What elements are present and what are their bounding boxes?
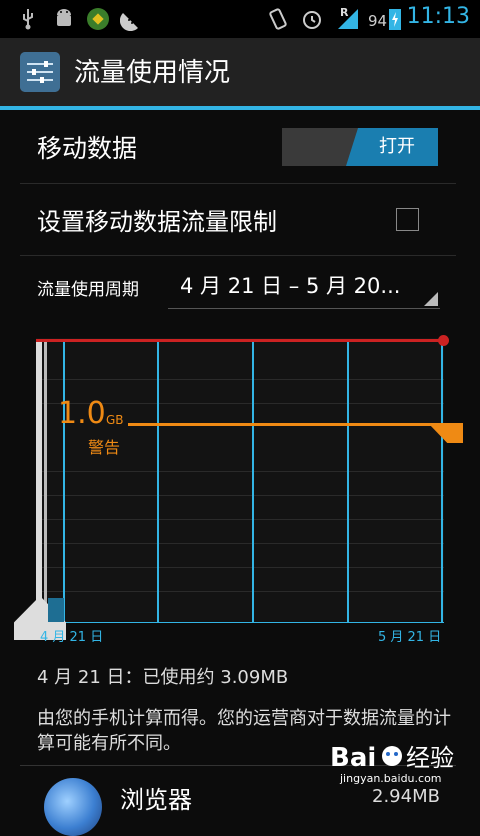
- chart-start-label: 4 月 21 日: [40, 630, 104, 645]
- warning-value: 1.0: [58, 396, 106, 431]
- divider: [20, 255, 456, 256]
- app-notify-icon: [87, 8, 109, 30]
- chart-gridline: [36, 519, 444, 520]
- status-bar: R 94 11:13: [0, 0, 480, 38]
- usage-cycle-label: 流量使用周期: [37, 280, 139, 300]
- chart-baseline: [36, 622, 444, 623]
- set-limit-label[interactable]: 设置移动数据流量限制: [37, 202, 277, 237]
- usage-cycle-value[interactable]: 4 月 21 日 – 5 月 20...: [180, 270, 400, 300]
- clock: 11:13: [406, 4, 470, 29]
- action-bar: 流量使用情况: [0, 38, 480, 106]
- app-usage-size: 2.94MB: [372, 786, 440, 807]
- chart-gridline: [36, 471, 444, 472]
- warning-line[interactable]: [128, 423, 444, 426]
- spinner-arrow-icon: [424, 292, 438, 306]
- chart-gridline: [36, 543, 444, 544]
- signal-icon: [338, 9, 358, 29]
- android-debug-icon: [57, 9, 71, 26]
- settings-sliders-icon[interactable]: [20, 52, 60, 92]
- svg-text:Bai: Bai: [330, 743, 376, 773]
- svg-text:经验: 经验: [406, 744, 454, 772]
- watermark-url: jingyan.baidu.com: [340, 772, 442, 785]
- battery-level: 94: [368, 12, 388, 30]
- alarm-icon: [303, 11, 321, 29]
- chart-week-line: [63, 342, 65, 622]
- chart-gridline: [36, 591, 444, 592]
- browser-icon[interactable]: [44, 778, 102, 836]
- sweep-handle-accent: [48, 598, 64, 622]
- limit-line[interactable]: [36, 339, 442, 342]
- cycle-end-sweep[interactable]: [44, 342, 47, 632]
- vibrate-icon: [269, 8, 287, 30]
- cycle-start-sweep[interactable]: [36, 342, 42, 632]
- limit-handle[interactable]: [438, 335, 449, 346]
- page-title: 流量使用情况: [74, 58, 231, 88]
- app-name[interactable]: 浏览器: [120, 780, 192, 815]
- chart-gridline: [36, 567, 444, 568]
- usage-chart: [36, 338, 444, 623]
- chart-week-line: [157, 342, 159, 622]
- divider: [20, 183, 456, 184]
- chart-week-line: [441, 342, 443, 622]
- chart-gridline: [36, 379, 444, 380]
- chart-end-label: 5 月 21 日: [378, 630, 442, 645]
- usb-icon: [23, 9, 33, 30]
- chart-week-line: [252, 342, 254, 622]
- warning-label: 警告: [88, 438, 121, 457]
- mobile-data-label: 移动数据: [37, 134, 138, 163]
- battery-charging-icon: [389, 9, 401, 30]
- chart-gridline: [36, 495, 444, 496]
- mobile-data-toggle-label[interactable]: 打开: [346, 128, 438, 166]
- watermelon-icon: [120, 13, 138, 31]
- action-bar-underline: [0, 106, 480, 110]
- usage-summary: 4 月 21 日：已使用约 3.09MB: [37, 667, 289, 688]
- warning-unit: GB: [106, 413, 124, 427]
- set-limit-checkbox[interactable]: [396, 208, 419, 231]
- chart-week-line: [347, 342, 349, 622]
